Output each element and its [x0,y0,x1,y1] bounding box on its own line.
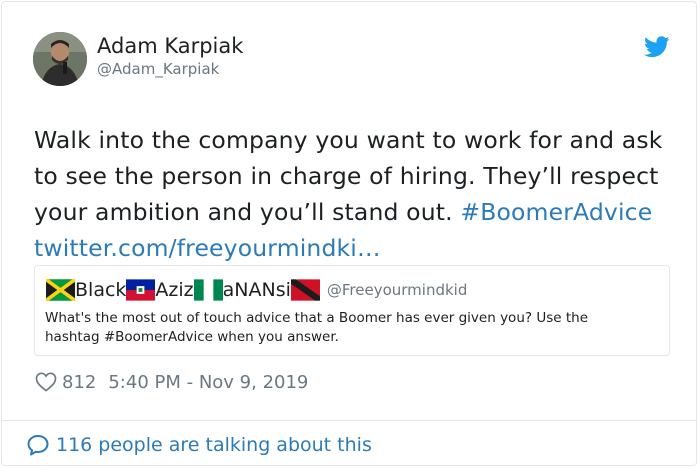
talking-link[interactable]: 116 people are talking about this [26,432,372,458]
haiti-flag-icon [126,279,156,301]
author-handle[interactable]: @Adam_Karpiak [97,60,219,78]
quoted-text: What's the most out of touch advice that… [45,310,588,345]
quoted-name-part-1: Black [75,279,127,301]
tweet-url-link[interactable]: twitter.com/freeyourmindki… [34,234,381,262]
tweet-text: Walk into the company you want to work f… [34,122,674,266]
quoted-tweet[interactable]: Black Aziz aNANsi @Freeyourmindkid What'… [34,265,670,356]
like-count[interactable]: 812 [62,372,96,393]
quoted-author-handle[interactable]: @Freeyourmindkid [327,281,467,299]
divider [2,420,696,421]
timestamp[interactable]: 5:40 PM - Nov 9, 2019 [108,372,308,393]
quoted-header: Black Aziz aNANsi @Freeyourmindkid [46,278,467,302]
tweet-card: Adam Karpiak @Adam_Karpiak Walk into the… [1,1,697,466]
twitter-bird-icon[interactable] [644,36,670,58]
jamaica-flag-icon [46,279,75,301]
author-name[interactable]: Adam Karpiak [97,34,243,58]
talking-text[interactable]: 116 people are talking about this [56,434,372,456]
speech-bubble-icon [27,435,49,456]
tweet-meta: 812 5:40 PM - Nov 9, 2019 [35,370,308,394]
quoted-name-part-2: Aziz [155,279,194,301]
quoted-author-name[interactable]: Black Aziz aNANsi [46,279,320,301]
trinidad-tobago-flag-icon [290,279,320,301]
hashtag-link[interactable]: #BoomerAdvice [460,198,652,226]
heart-icon[interactable] [35,372,57,392]
nigeria-flag-icon [193,279,223,301]
avatar[interactable] [33,32,87,86]
quoted-name-part-3: aNANsi [222,279,291,301]
